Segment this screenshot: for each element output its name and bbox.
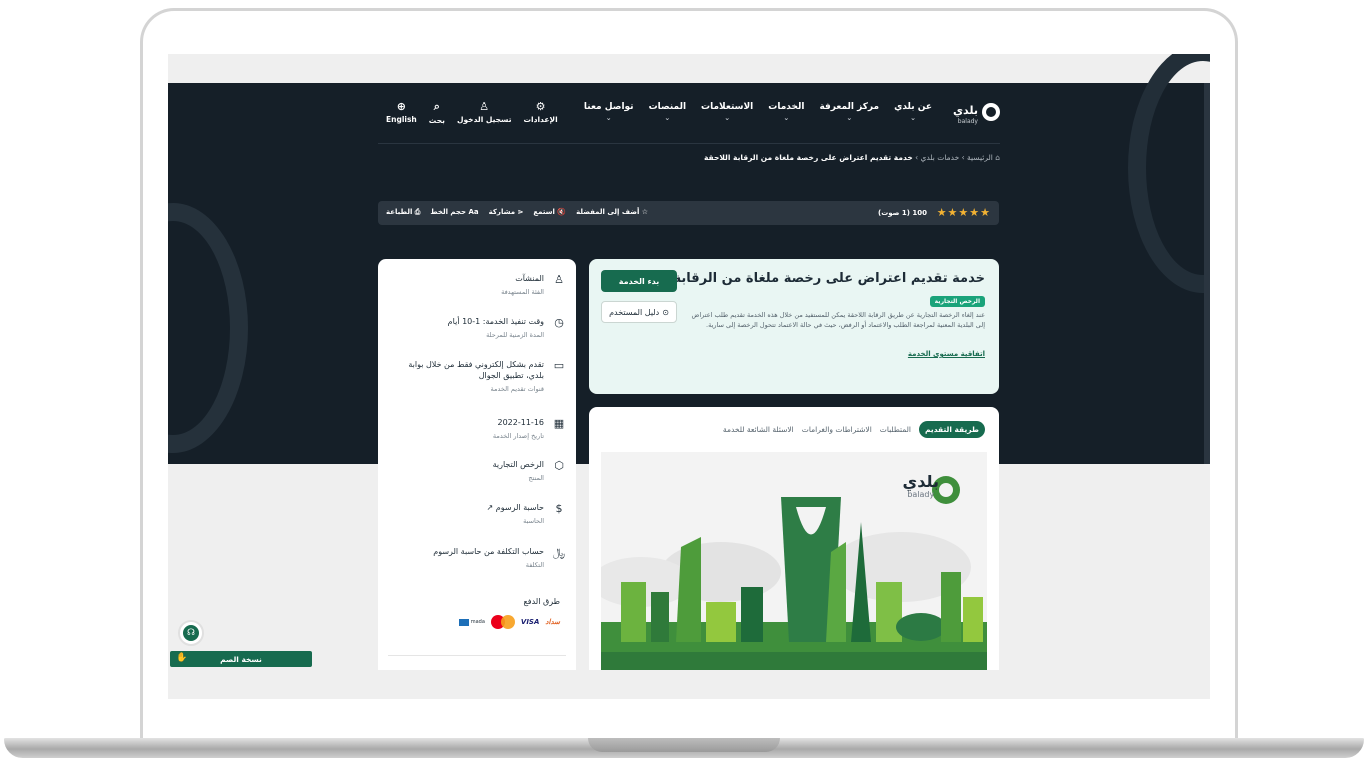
- rating-toolbar: ★★★★★ 100 (1 صوت) ☆ أضف إلى المفضلة 🔇 اس…: [378, 201, 999, 225]
- service-info-sidebar: ♙ المنشآت الفئة المستهدفة ◷ وقت تنفيذ الخ…: [378, 259, 576, 699]
- service-description: عند إلغاء الرخصة التجارية عن طريق الرقاب…: [691, 311, 985, 329]
- calendar-icon: ▦: [553, 417, 565, 430]
- palm-logo-icon: [982, 103, 1000, 121]
- category-badge: الرخص التجارية: [929, 296, 985, 307]
- chevron-down-icon: ⌄: [724, 114, 731, 122]
- logo-subtext: balady: [957, 118, 978, 125]
- search-icon: ⌕: [433, 100, 440, 113]
- gear-icon: ⚙: [535, 100, 546, 113]
- deaf-version-button[interactable]: ✋ نسخة الصم: [170, 651, 312, 667]
- dollar-icon: $: [555, 502, 563, 515]
- nav-about[interactable]: عن بلدي ⌄: [894, 102, 932, 122]
- riyal-icon: ﷼: [552, 546, 566, 559]
- balady-logo[interactable]: بلدي balady: [946, 100, 1000, 125]
- nav-services[interactable]: الخدمات ⌄: [768, 102, 804, 122]
- listen-button[interactable]: 🔇 استمع: [533, 208, 566, 217]
- language-button[interactable]: ⊕ English: [386, 100, 417, 125]
- print-button[interactable]: ⎙ الطباعة: [386, 208, 420, 217]
- service-tabs: طريقة التقديم المتطلبات الاشتراطات والغر…: [723, 421, 985, 438]
- chevron-down-icon: ⌄: [910, 114, 916, 122]
- font-size-button[interactable]: Aa حجم الخط: [430, 208, 478, 217]
- chevron-down-icon: ⌄: [664, 114, 671, 122]
- service-title: خدمة تقديم اعتراض على رخصة ملغاة من الرق…: [623, 271, 985, 286]
- mada-logo: mada: [458, 618, 485, 626]
- payment-methods-title: طرق الدفع: [523, 597, 560, 606]
- payment-logos: سداد VISA mada: [458, 615, 560, 629]
- breadcrumb-home[interactable]: الرئيسية: [967, 153, 993, 162]
- tab-how-to-apply[interactable]: طريقة التقديم: [919, 421, 985, 438]
- service-card: خدمة تقديم اعتراض على رخصة ملغاة من الرق…: [589, 259, 999, 394]
- page-bottom: [168, 670, 1210, 699]
- browser-screen: بلدي balady عن بلدي ⌄ مركز المعرفة ⌄ الخدم…: [168, 54, 1210, 699]
- chevron-down-icon: ⌄: [846, 114, 853, 122]
- share-button[interactable]: ⋖ مشاركة: [489, 208, 524, 217]
- globe-icon: ⊕: [396, 100, 406, 113]
- decorative-circle: [1128, 54, 1210, 293]
- nav-platforms[interactable]: المنصات ⌄: [649, 102, 686, 122]
- breadcrumb-current: خدمة تقديم اعتراض على رخصة ملغاة من الرق…: [704, 153, 913, 162]
- search-button[interactable]: ⌕ بحث: [429, 100, 445, 125]
- user-guide-button[interactable]: ⊙ دليل المستخدم: [601, 301, 677, 323]
- scrollbar[interactable]: [1204, 83, 1210, 464]
- breadcrumb: ⌂ الرئيسية › خدمات بلدي › خدمة تقديم اعت…: [704, 153, 1000, 162]
- decorative-circle: [168, 203, 248, 453]
- city-illustration: بلدي balady: [601, 452, 987, 672]
- tab-conditions[interactable]: الاشتراطات والغرامات: [802, 425, 872, 434]
- tab-requirements[interactable]: المتطلبات: [880, 425, 911, 434]
- add-favorite-button[interactable]: ☆ أضف إلى المفضلة: [576, 208, 648, 217]
- star-rating[interactable]: ★★★★★: [937, 206, 991, 219]
- rating-count: 100 (1 صوت): [878, 209, 927, 217]
- login-button[interactable]: ♙ تسجيل الدخول: [457, 100, 512, 125]
- download-icon: ⊙: [662, 307, 669, 317]
- tab-faq[interactable]: الاسئلة الشائعة للخدمة: [723, 425, 794, 434]
- start-service-button[interactable]: بدء الخدمة: [601, 270, 677, 292]
- top-navbar: بلدي balady عن بلدي ⌄ مركز المعرفة ⌄ الخدم…: [378, 98, 1000, 128]
- accessibility-button[interactable]: ☊: [178, 620, 204, 646]
- main-menu: عن بلدي ⌄ مركز المعرفة ⌄ الخدمات ⌄ الاستعلا…: [584, 102, 932, 122]
- monitor-icon: ▭: [553, 359, 565, 372]
- nav-tools: ⚙ الإعدادات ♙ تسجيل الدخول ⌕ بحث ⊕ English: [386, 100, 558, 125]
- user-icon: ♙: [554, 273, 564, 286]
- home-icon[interactable]: ⌂: [995, 153, 1000, 162]
- mastercard-logo: [490, 615, 515, 629]
- box-icon: ⬡: [554, 459, 564, 472]
- user-icon: ♙: [479, 100, 490, 113]
- clock-icon: ◷: [554, 316, 564, 329]
- breadcrumb-section[interactable]: خدمات بلدي: [921, 153, 960, 162]
- nav-knowledge[interactable]: مركز المعرفة ⌄: [819, 102, 879, 122]
- illustration-logo-sub: balady: [907, 490, 935, 499]
- divider: [378, 143, 1000, 144]
- chevron-down-icon: ⌄: [783, 114, 790, 122]
- sign-language-icon: ✋: [176, 653, 188, 663]
- sla-link[interactable]: اتفاقية مستوى الخدمة: [908, 350, 985, 358]
- sadad-logo: سداد: [545, 618, 560, 626]
- tabs-card: طريقة التقديم المتطلبات الاشتراطات والغر…: [589, 407, 999, 699]
- settings-button[interactable]: ⚙ الإعدادات: [524, 100, 558, 125]
- nav-contact[interactable]: تواصل معنا ⌄: [584, 102, 634, 122]
- page-actions: ☆ أضف إلى المفضلة 🔇 استمع ⋖ مشاركة Aa حج…: [386, 208, 648, 217]
- visa-logo: VISA: [520, 618, 540, 626]
- laptop-notch: [588, 738, 780, 752]
- chevron-down-icon: ⌄: [605, 114, 612, 122]
- nav-inquiries[interactable]: الاستعلامات ⌄: [701, 102, 753, 122]
- illustration-logo-text: بلدي: [902, 472, 939, 491]
- divider: [388, 655, 566, 656]
- logo-text: بلدي: [952, 104, 978, 117]
- headset-icon: ☊: [183, 625, 199, 641]
